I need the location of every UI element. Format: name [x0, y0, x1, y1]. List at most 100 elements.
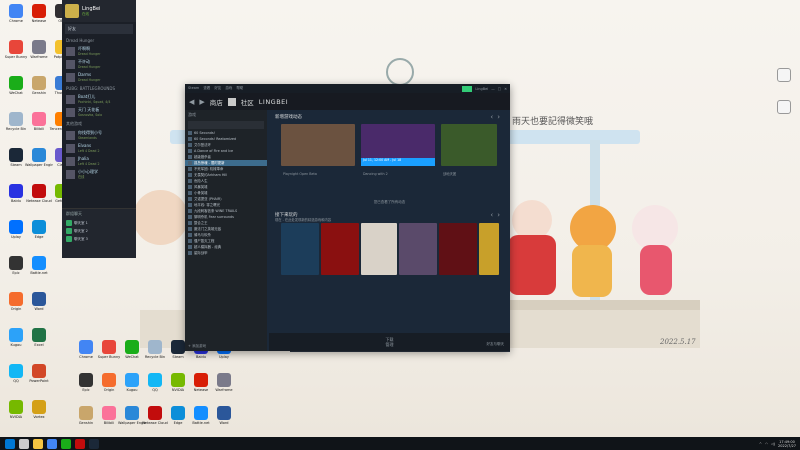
- desktop-icon[interactable]: Excel: [25, 328, 53, 347]
- game-icon: [188, 179, 192, 183]
- activity-tile[interactable]: Jul 11, 12:00 AM - Jul 18 Dancing with 2: [361, 124, 435, 176]
- minimize-icon[interactable]: —: [491, 87, 495, 91]
- add-game-label: 添加游戏: [192, 344, 207, 348]
- desktop-icon[interactable]: Battle.net: [25, 256, 53, 275]
- clock[interactable]: 17:49:00 2022/7/27: [778, 440, 796, 448]
- game-tile[interactable]: [321, 223, 359, 275]
- library-item-label: 整合之王: [194, 220, 208, 225]
- library-item[interactable]: 星际战甲: [185, 250, 267, 256]
- desktop-icon[interactable]: Vortex: [25, 400, 53, 419]
- friends-search-bar[interactable]: 好友: [65, 24, 133, 34]
- forward-arrow-icon[interactable]: ▶: [199, 98, 204, 106]
- shelf-arrows-icon[interactable]: ‹›: [490, 113, 504, 121]
- friend-row[interactable]: 吓啊啊 Dread Hunger: [62, 45, 136, 58]
- file-explorer-icon[interactable]: [33, 438, 43, 449]
- friend-row[interactable]: 小小心理学 在线: [62, 168, 136, 181]
- steam-menu: Steam 查看 好友 游戏 帮助: [188, 86, 243, 91]
- back-arrow-icon[interactable]: ◀: [189, 98, 194, 106]
- app-icon: [171, 406, 185, 420]
- chat-row[interactable]: 聊天室 1: [62, 219, 136, 227]
- desktop-icon[interactable]: [770, 68, 798, 82]
- activity-tile[interactable]: 战地天团: [441, 124, 497, 176]
- friends-chat-button[interactable]: 好友与聊天: [487, 342, 505, 347]
- chevron-up-icon[interactable]: ^: [759, 442, 762, 446]
- friend-row[interactable]: 天门 天花板 Sosnovka, Solo: [62, 106, 136, 119]
- avatar: [66, 170, 75, 179]
- game-icon: [188, 143, 192, 147]
- no-sign: [386, 58, 414, 86]
- chrome-icon[interactable]: [47, 438, 57, 449]
- titlebar-username: LingBei: [475, 86, 489, 91]
- library-item-label: 孤岛惊魂 - 限时更新: [194, 160, 225, 165]
- netease-icon[interactable]: [75, 438, 85, 449]
- game-tile[interactable]: [399, 223, 437, 275]
- friend-text: Boat打儿 Pochinki, Squad, 4/4: [78, 95, 110, 104]
- friend-row[interactable]: Boat打儿 Pochinki, Squad, 4/4: [62, 93, 136, 106]
- friend-row[interactable]: Darms Dread Hunger: [62, 71, 136, 84]
- wechat-icon[interactable]: [61, 438, 71, 449]
- friend-group-header[interactable]: PUBG: BATTLEGROUNDS: [62, 84, 136, 93]
- friend-row[interactable]: Jhalia Left 4 Dead 2: [62, 155, 136, 168]
- tab-profile[interactable]: LINGBEI: [259, 98, 288, 106]
- start-icon[interactable]: [5, 438, 15, 449]
- shelf-arrows-icon[interactable]: ‹›: [490, 211, 504, 219]
- friend-group-header[interactable]: Dread Hunger: [62, 36, 136, 45]
- download-bar[interactable]: 下载 管理: [269, 333, 510, 351]
- steam-icon[interactable]: [89, 438, 99, 449]
- library-search[interactable]: [188, 121, 264, 129]
- menu-item[interactable]: 查看: [203, 86, 210, 91]
- friend-row[interactable]: 你找得到小号 Steamlands: [62, 129, 136, 142]
- friend-groups: Dread Hunger 吓啊啊 Dread Hunger 不许动 Dread Hung…: [62, 36, 136, 181]
- volume-icon[interactable]: ◁): [771, 442, 775, 446]
- desktop-icon[interactable]: Word: [25, 292, 53, 311]
- activity-tile[interactable]: Playnight Open Beta: [281, 124, 355, 176]
- add-game-button[interactable]: + 添加游戏: [188, 344, 206, 349]
- game-tile[interactable]: [281, 223, 319, 275]
- avatar[interactable]: [65, 4, 79, 18]
- chat-row[interactable]: 聊天室 3: [62, 235, 136, 243]
- library-item-label: A Dance of Fire and Ice: [194, 148, 234, 153]
- desktop-icon[interactable]: PowerPoint: [25, 364, 53, 383]
- desktop-icon[interactable]: Edge: [25, 220, 53, 239]
- tab-community[interactable]: 社区: [241, 97, 254, 107]
- friend-status: Sosnovka, Solo: [78, 112, 103, 117]
- app-icon: [9, 400, 23, 414]
- app-icon: [79, 340, 93, 354]
- game-icon: [188, 215, 192, 219]
- menu-item[interactable]: 好友: [214, 86, 221, 91]
- friends-header: LingBei 在线: [62, 0, 136, 22]
- shelf-recent-activity: 新增游戏动态 ‹›: [269, 110, 510, 124]
- maximize-icon[interactable]: □: [498, 87, 501, 91]
- friend-text: 不许动 Dread Hunger: [78, 60, 100, 69]
- menu-item[interactable]: 帮助: [236, 86, 243, 91]
- friend-row[interactable]: 不许动 Dread Hunger: [62, 58, 136, 71]
- tile-label: 战地天团: [443, 172, 457, 176]
- friend-group-header[interactable]: 其他游戏: [62, 119, 136, 129]
- chat-row[interactable]: 聊天室 2: [62, 227, 136, 235]
- library-item-label: 无畏契约Arkham Hill: [194, 172, 228, 177]
- desktop-icon[interactable]: Warframe: [210, 373, 238, 392]
- file-icon: [777, 100, 791, 114]
- app-icon: [32, 76, 46, 90]
- big-picture-button[interactable]: [462, 85, 473, 92]
- network-icon[interactable]: ◠: [765, 442, 768, 446]
- desktop-icon[interactable]: [770, 100, 798, 114]
- friend-row[interactable]: Elvans Left 4 Dead 2: [62, 142, 136, 155]
- tab-store[interactable]: 商店: [210, 97, 223, 107]
- menu-item[interactable]: Steam: [188, 86, 199, 91]
- library-item-label: 60 Seconds!: [194, 130, 215, 135]
- game-tile[interactable]: [361, 223, 397, 275]
- taskbar: ^ ◠ ◁) 17:49:00 2022/7/27: [0, 437, 800, 450]
- close-icon[interactable]: ✕: [504, 87, 507, 91]
- desktop-icon[interactable]: Word: [210, 406, 238, 425]
- desktop-icon-label: Battle.net: [30, 271, 48, 275]
- search-icon[interactable]: [19, 438, 29, 449]
- menu-item[interactable]: 游戏: [225, 86, 232, 91]
- character-left: [133, 190, 188, 245]
- game-tile[interactable]: [479, 223, 499, 275]
- library-sidebar: 游戏 60 Seconds! 60 Seconds! Reatomized 艾尔登法…: [185, 110, 267, 351]
- friend-status: Left 4 Dead 2: [78, 148, 100, 153]
- game-tile[interactable]: [439, 223, 477, 275]
- download-sub: 管理: [385, 342, 394, 347]
- wallpaper-signature: 2022.5.17: [660, 338, 696, 346]
